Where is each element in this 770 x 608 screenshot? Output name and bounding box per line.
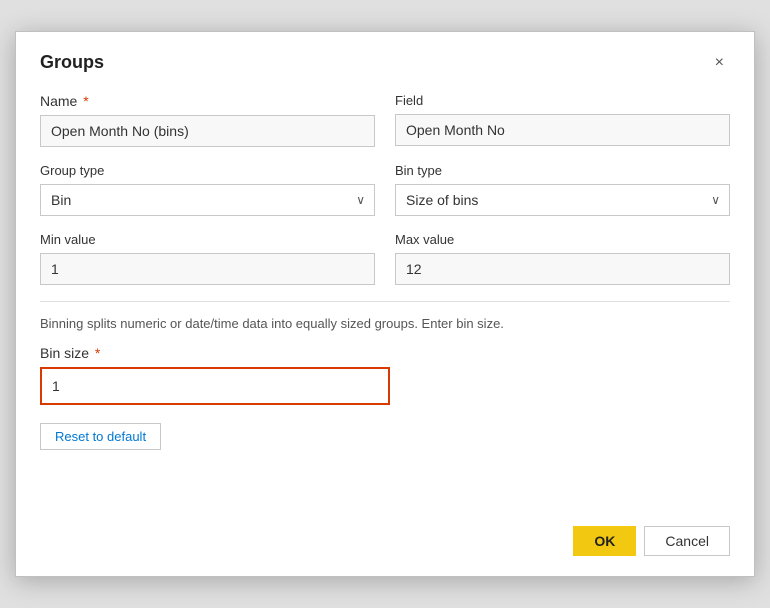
section-divider (40, 301, 730, 302)
min-max-row: Min value Max value (40, 232, 730, 285)
bin-type-select-wrapper: Size of bins Number of bins ∨ (395, 184, 730, 216)
cancel-button[interactable]: Cancel (644, 526, 730, 556)
max-value-label: Max value (395, 232, 730, 247)
name-group: Name * (40, 93, 375, 147)
name-input[interactable] (40, 115, 375, 147)
bin-size-required-star: * (91, 345, 100, 361)
name-required-star: * (79, 93, 88, 109)
groups-dialog: Groups × Name * Field Group type Bin (15, 31, 755, 577)
bin-size-input[interactable] (42, 369, 388, 403)
reset-to-default-button[interactable]: Reset to default (40, 423, 161, 450)
group-type-select-wrapper: Bin ∨ (40, 184, 375, 216)
group-type-label: Group type (40, 163, 375, 178)
ok-button[interactable]: OK (573, 526, 636, 556)
bin-type-label: Bin type (395, 163, 730, 178)
dialog-footer: OK Cancel (40, 510, 730, 556)
bin-type-select[interactable]: Size of bins Number of bins (395, 184, 730, 216)
group-bin-type-row: Group type Bin ∨ Bin type Size of bins N… (40, 163, 730, 216)
min-value-label: Min value (40, 232, 375, 247)
close-button[interactable]: × (709, 53, 730, 73)
max-value-group: Max value (395, 232, 730, 285)
dialog-overlay: Groups × Name * Field Group type Bin (0, 0, 770, 608)
title-bar: Groups × (40, 52, 730, 73)
name-label: Name * (40, 93, 375, 109)
group-type-select[interactable]: Bin (40, 184, 375, 216)
field-label: Field (395, 93, 730, 108)
dialog-title: Groups (40, 52, 104, 73)
name-field-row: Name * Field (40, 93, 730, 147)
bin-size-label: Bin size * (40, 345, 390, 361)
min-value-input (40, 253, 375, 285)
bin-type-group: Bin type Size of bins Number of bins ∨ (395, 163, 730, 216)
min-value-group: Min value (40, 232, 375, 285)
group-type-group: Group type Bin ∨ (40, 163, 375, 216)
bin-size-group: Bin size * (40, 345, 390, 405)
max-value-input (395, 253, 730, 285)
field-group: Field (395, 93, 730, 147)
bin-size-input-wrapper (40, 367, 390, 405)
info-text: Binning splits numeric or date/time data… (40, 316, 730, 331)
field-input (395, 114, 730, 146)
